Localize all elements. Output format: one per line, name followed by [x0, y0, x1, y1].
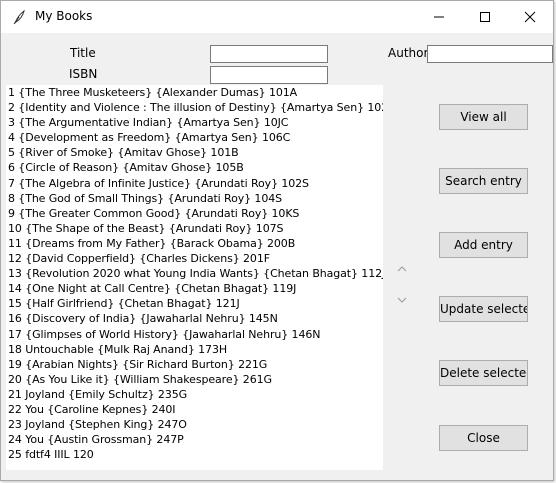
chevron-up-icon[interactable]: [397, 258, 407, 272]
maximize-icon: [480, 12, 490, 22]
window-title: My Books: [35, 9, 93, 23]
list-item[interactable]: 1 {The Three Musketeers} {Alexander Duma…: [6, 85, 383, 100]
list-item[interactable]: 8 {The God of Small Things} {Arundati Ro…: [6, 191, 383, 206]
title-input[interactable]: [210, 45, 328, 63]
list-item[interactable]: 13 {Revolution 2020 what Young India Wan…: [6, 266, 383, 281]
list-item[interactable]: 10 {The Shape of the Beast} {Arundati Ro…: [6, 221, 383, 236]
isbn-label: ISBN: [69, 67, 98, 81]
list-item[interactable]: 14 {One Night at Call Centre} {Chetan Bh…: [6, 281, 383, 296]
list-item[interactable]: 15 {Half Girlfriend} {Chetan Bhagat} 121…: [6, 296, 383, 311]
list-item[interactable]: 22 You {Caroline Kepnes} 240I: [6, 402, 383, 417]
isbn-input[interactable]: [210, 66, 328, 84]
list-item[interactable]: 23 Joyland {Stephen King} 247O: [6, 417, 383, 432]
add-entry-button[interactable]: Add entry: [439, 232, 528, 258]
list-item[interactable]: 19 {Arabian Nights} {Sir Richard Burton}…: [6, 357, 383, 372]
list-item[interactable]: 16 {Discovery of India} {Jawaharlal Nehr…: [6, 311, 383, 326]
list-item[interactable]: 3 {The Argumentative Indian} {Amartya Se…: [6, 115, 383, 130]
close-icon: [524, 11, 536, 23]
list-item[interactable]: 9 {The Greater Common Good} {Arundati Ro…: [6, 206, 383, 221]
list-item[interactable]: 2 {Identity and Violence : The illusion …: [6, 100, 383, 115]
list-item[interactable]: 5 {River of Smoke} {Amitav Ghose} 101B: [6, 145, 383, 160]
maximize-button[interactable]: [462, 1, 508, 33]
list-item[interactable]: 17 {Glimpses of World History} {Jawaharl…: [6, 327, 383, 342]
close-window-button[interactable]: [507, 1, 553, 33]
list-item[interactable]: 21 Joyland {Emily Schultz} 235G: [6, 387, 383, 402]
list-item[interactable]: 25 fdtf4 IIIL 120: [6, 447, 383, 462]
close-button[interactable]: Close: [439, 425, 528, 451]
books-listbox[interactable]: 1 {The Three Musketeers} {Alexander Duma…: [6, 85, 383, 470]
app-window: My Books Title Author ISBN 1 {The Three …: [0, 0, 554, 481]
main-content: Title Author ISBN 1 {The Three Musketeer…: [1, 33, 553, 480]
delete-selected-button[interactable]: Delete selected: [439, 360, 528, 386]
list-item[interactable]: 7 {The Algebra of Infinite Justice} {Aru…: [6, 176, 383, 191]
search-entry-button[interactable]: Search entry: [439, 168, 528, 194]
author-input[interactable]: [427, 45, 553, 63]
feather-icon: [11, 9, 27, 25]
title-label: Title: [70, 46, 96, 60]
books-list: 1 {The Three Musketeers} {Alexander Duma…: [6, 85, 383, 462]
update-selected-button[interactable]: Update selected: [439, 296, 528, 322]
list-item[interactable]: 11 {Dreams from My Father} {Barack Obama…: [6, 236, 383, 251]
list-item[interactable]: 4 {Development as Freedom} {Amartya Sen}…: [6, 130, 383, 145]
title-bar[interactable]: My Books: [1, 1, 553, 33]
list-item[interactable]: 18 Untouchable {Mulk Raj Anand} 173H: [6, 342, 383, 357]
view-all-button[interactable]: View all: [439, 104, 528, 130]
author-label: Author: [388, 46, 429, 60]
list-item[interactable]: 12 {David Copperfield} {Charles Dickens}…: [6, 251, 383, 266]
list-item[interactable]: 6 {Circle of Reason} {Amitav Ghose} 105B: [6, 160, 383, 175]
minimize-icon: [434, 16, 444, 18]
minimize-button[interactable]: [416, 1, 462, 33]
list-item[interactable]: 20 {As You Like it} {William Shakespeare…: [6, 372, 383, 387]
chevron-down-icon[interactable]: [397, 289, 407, 303]
list-item[interactable]: 24 You {Austin Grossman} 247P: [6, 432, 383, 447]
